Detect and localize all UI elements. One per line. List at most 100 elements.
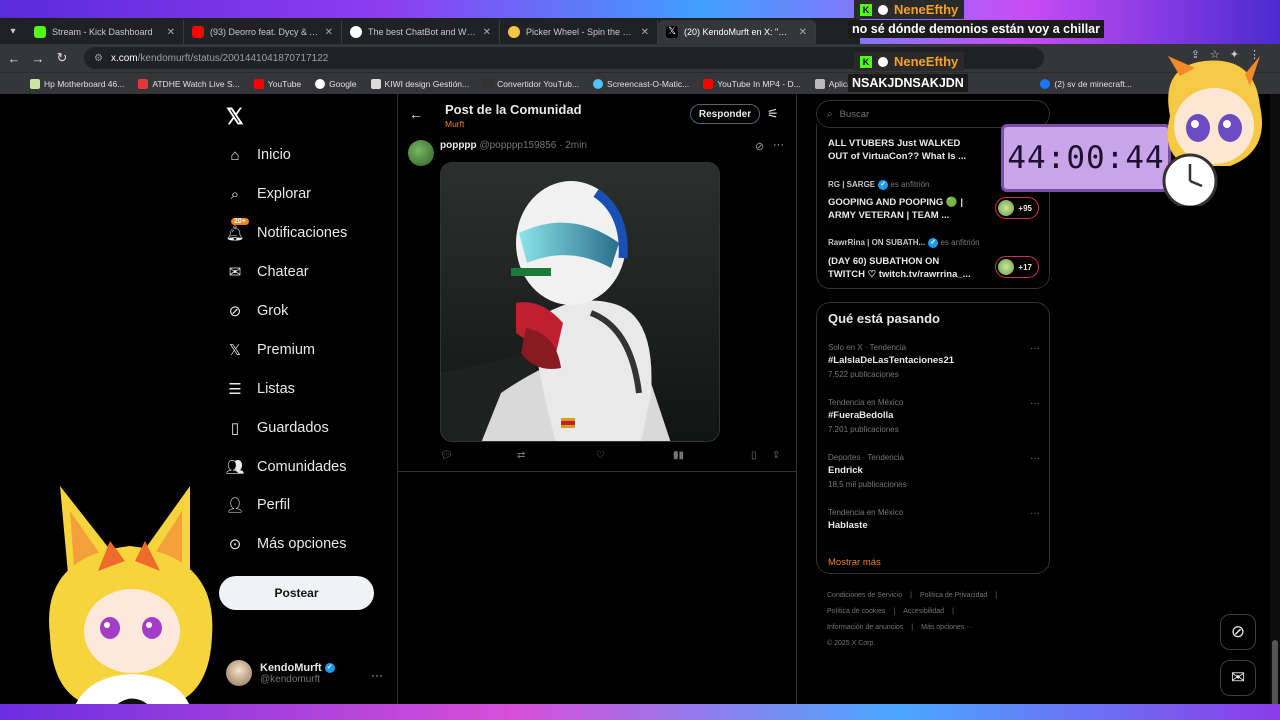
trend-category: Tendencia en México	[828, 398, 904, 407]
trend-item[interactable]: Tendencia en México #FueraBedolla 7.201 pu…	[828, 398, 1040, 434]
bookmark[interactable]: ATDHE Watch Live S...	[138, 78, 240, 89]
more-circle-icon: ⊙	[228, 536, 242, 553]
space-listeners[interactable]: +95	[995, 197, 1039, 219]
close-tab-icon[interactable]: ✕	[325, 27, 333, 38]
badge-icon	[878, 4, 888, 15]
more-icon[interactable]: ···	[1030, 453, 1040, 464]
back-arrow-icon[interactable]: ←	[2, 51, 26, 66]
footer-link[interactable]: Información de anuncios	[827, 624, 903, 631]
badge-icon	[878, 56, 888, 67]
more-icon[interactable]: ···	[1030, 508, 1040, 519]
url-host: x.com	[110, 52, 138, 64]
x-logo-icon[interactable]: 𝕏	[226, 104, 244, 130]
space-title[interactable]: (DAY 60) SUBATHON ON TWITCH ♡ twitch.tv/…	[828, 255, 978, 281]
trend-item[interactable]: Solo en X · Tendencia #LaIslaDeLasTentaci…	[828, 343, 1040, 379]
bookmark[interactable]: Google	[315, 78, 357, 89]
bookmark[interactable]: Hp Motherboard 46...	[30, 78, 124, 89]
bookmark[interactable]: KIWI design Gestión...	[370, 78, 469, 89]
show-more-link[interactable]: Mostrar más	[828, 557, 881, 568]
bookmark[interactable]: Convertidor YouTub...	[483, 78, 580, 89]
space-title[interactable]: GOOPING AND POOPING 🟢 | ARMY VETERAN | T…	[828, 196, 978, 222]
tab-title: The best ChatBot and Widgets	[368, 27, 477, 37]
page-title: Post de la Comunidad	[445, 102, 582, 117]
bookmark-icon	[483, 78, 494, 89]
bookmark[interactable]: YouTube	[253, 78, 301, 89]
close-tab-icon[interactable]: ✕	[641, 27, 649, 38]
forward-arrow-icon[interactable]: →	[26, 51, 50, 66]
messages-button[interactable]: ✉	[1220, 660, 1256, 696]
tab-search-icon[interactable]: ▾	[0, 18, 26, 44]
footer-link[interactable]: Más opciones ···	[921, 624, 973, 631]
tweet-time[interactable]: 2min	[565, 140, 587, 151]
more-icon[interactable]: ···	[773, 139, 784, 151]
nav-item-mas-opciones[interactable]: ⊙ Más opciones	[226, 535, 347, 553]
browser-tab-active[interactable]: 𝕏 (20) KendoMurft en X: "Ando a ✕	[658, 20, 816, 44]
nav-item-perfil[interactable]: 👤︎ Perfil	[225, 496, 290, 514]
footer-link[interactable]: Política de cookies	[827, 608, 885, 615]
grok-icon[interactable]: ⊘	[755, 140, 764, 153]
space-title[interactable]: ALL VTUBERS Just WALKED OUT of VirtuaCon…	[828, 137, 978, 163]
search-icon: ⌕	[230, 185, 240, 203]
bookmark[interactable]: (2) sv de minecraft...	[1040, 78, 1132, 89]
back-arrow-icon[interactable]: ←	[409, 106, 423, 122]
close-tab-icon[interactable]: ✕	[483, 27, 491, 38]
nav-item-inicio[interactable]: ⌂ Inicio	[226, 146, 290, 164]
listener-avatar	[998, 259, 1014, 275]
trend-name: #FueraBedolla	[828, 410, 894, 421]
reply-icon[interactable]: 💬︎	[440, 450, 453, 461]
browser-tab[interactable]: The best ChatBot and Widgets ✕	[342, 20, 500, 44]
bookmark-label: Convertidor YouTub...	[497, 78, 580, 89]
nav-item-notificaciones[interactable]: 🔔︎ 20+ Notificaciones	[225, 218, 348, 242]
trend-item[interactable]: Tendencia en México Hablaste ···	[828, 508, 1040, 531]
reload-icon[interactable]: ↻	[50, 50, 74, 66]
nav-label: Comunidades	[257, 459, 347, 475]
space-listeners[interactable]: +17	[995, 256, 1039, 278]
footer-link[interactable]: Política de Privacidad	[920, 592, 987, 599]
footer-link[interactable]: Accesibilidad	[903, 608, 944, 615]
nav-item-explorar[interactable]: ⌕ Explorar	[226, 185, 311, 203]
filter-icon[interactable]: ⚟	[767, 106, 779, 122]
tweet[interactable]: popppp @popppp159856 · 2min ⊘ ··· 💬︎ ⇄ ♡…	[397, 134, 796, 472]
share-icon[interactable]: ⇪	[772, 450, 780, 461]
nav-label: Notificaciones	[257, 225, 348, 241]
browser-tab[interactable]: (93) Deorro feat. Dycy & Adrian ✕	[184, 20, 342, 44]
avatar[interactable]	[408, 140, 434, 166]
community-link[interactable]: Murft	[445, 119, 464, 129]
footer-link[interactable]: Condiciones de Servicio	[827, 592, 902, 599]
bookmark-icon[interactable]: ▯	[751, 450, 757, 461]
bookmark[interactable]: YouTube In MP4 - D...	[703, 78, 801, 89]
nav-item-listas[interactable]: ☰ Listas	[226, 380, 295, 398]
post-button[interactable]: Postear	[219, 576, 374, 610]
more-icon[interactable]: ···	[1030, 343, 1040, 354]
site-info-icon[interactable]: ⚙	[94, 53, 103, 64]
separator: |	[911, 624, 914, 631]
account-switcher[interactable]: KendoMurft ✓ @kendomurft ···	[226, 660, 383, 686]
nav-item-comunidades[interactable]: 👥︎ Comunidades	[225, 458, 347, 476]
tweet-image[interactable]	[440, 162, 720, 442]
reply-button[interactable]: Responder	[690, 104, 760, 124]
mail-icon: ✉	[228, 264, 242, 281]
nav-item-chatear[interactable]: ✉ Chatear	[226, 263, 309, 281]
more-icon[interactable]: ···	[1030, 398, 1040, 409]
nav-item-guardados[interactable]: ▯ Guardados	[226, 419, 329, 437]
nav-item-grok[interactable]: ⊘ Grok	[226, 302, 289, 320]
scrollbar-thumb[interactable]	[1272, 640, 1278, 708]
trend-item[interactable]: Deportes · Tendencia Endrick 18,5 mil publ…	[828, 453, 1040, 489]
tweet-header: popppp @popppp159856 · 2min	[440, 140, 587, 151]
retweet-icon[interactable]: ⇄	[517, 450, 525, 461]
tweet-author-handle[interactable]: @popppp159856	[479, 140, 556, 151]
more-icon[interactable]: ···	[371, 668, 383, 682]
close-tab-icon[interactable]: ✕	[799, 27, 807, 38]
separator: |	[995, 592, 998, 599]
nav-item-premium[interactable]: 𝕏 Premium	[226, 341, 315, 359]
grok-button[interactable]: ⊘	[1220, 614, 1256, 650]
close-tab-icon[interactable]: ✕	[167, 27, 175, 38]
browser-tab[interactable]: Picker Wheel - Spin the Wheel ✕	[500, 20, 658, 44]
like-icon[interactable]: ♡	[596, 450, 605, 461]
youtube-icon	[703, 78, 714, 89]
post-header: ← Post de la Comunidad Murft Responder ⚟	[397, 94, 796, 134]
browser-tab[interactable]: Stream - Kick Dashboard ✕	[26, 20, 184, 44]
bookmark[interactable]: Screencast-O-Matic...	[593, 78, 689, 89]
tweet-author-name[interactable]: popppp	[440, 140, 477, 151]
nav-label: Grok	[257, 303, 289, 319]
